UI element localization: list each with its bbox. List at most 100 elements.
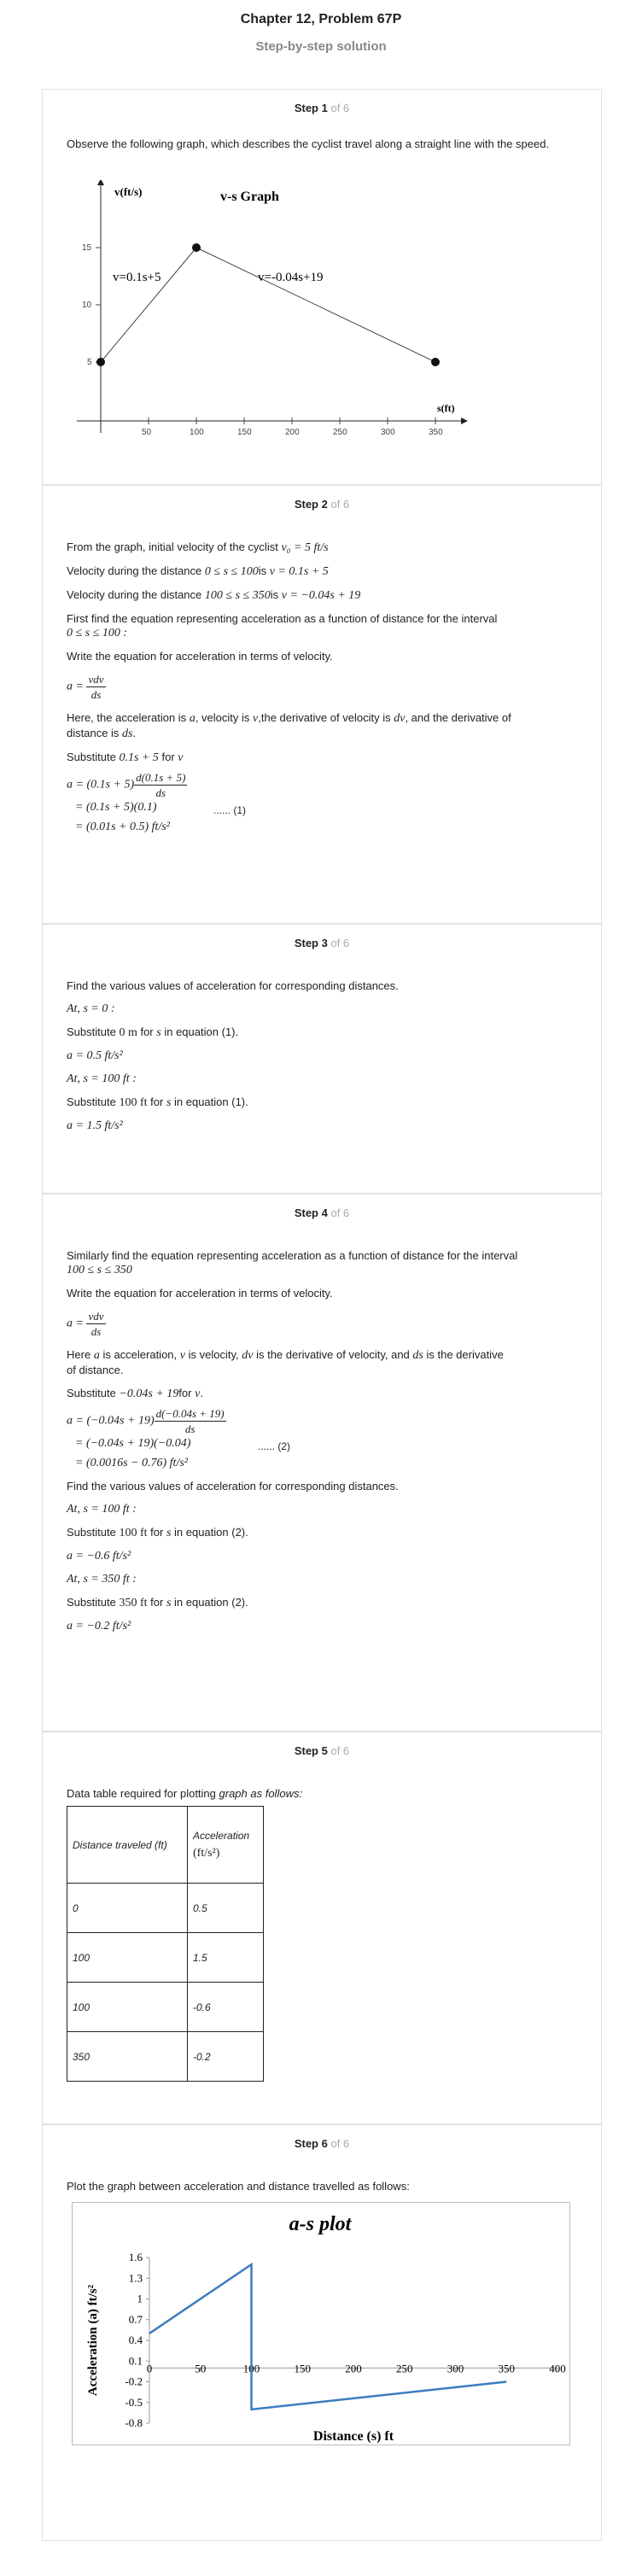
v-s-xtick: 50: [142, 428, 152, 436]
v-s-xlabel: s(ft): [437, 402, 455, 414]
step-2-line: Here, the acceleration is a, velocity is…: [67, 711, 511, 725]
step-2-line: From the graph, initial velocity of the …: [67, 540, 329, 554]
step-4-derivation: a = (−0.04s + 19) d(−0.04s + 19) ds = (−0.…: [67, 1407, 291, 1469]
a-s-chart-title: a-s plot: [289, 2213, 353, 2235]
step-2-line: First find the equation representing acc…: [67, 612, 498, 625]
a-s-xtick-label: 0: [147, 2362, 153, 2374]
step-4-line: Substitute 350 ft for s in equation (2).: [67, 1596, 248, 1609]
v-s-ylabel: v(ft/s): [114, 185, 143, 198]
a-s-xtick-label: 150: [295, 2362, 312, 2374]
v-s-graph: v(ft/s) v-s Graph s(ft) 5 10 15 50 100 150…: [77, 180, 468, 436]
step-3-line: At, s = 100 ft :: [67, 1072, 137, 1085]
step-2-card: Step 2 of 6 From the graph, initial velo…: [42, 485, 602, 924]
step-3-line: Find the various values of acceleration …: [67, 979, 399, 992]
step-4-line: Substitute 100 ft for s in equation (2).: [67, 1526, 248, 1539]
v-s-point: [431, 358, 440, 366]
v-s-point: [96, 358, 105, 366]
step-4-heading: Step 4 of 6: [294, 1206, 350, 1219]
step-6-card: Step 6 of 6 Plot the graph between accel…: [42, 2124, 602, 2541]
table-cell: 100: [67, 1932, 188, 1983]
a-s-ytick-label: 0.4: [129, 2334, 143, 2346]
v-s-xtick: 200: [285, 428, 300, 436]
v-s-title: v-s Graph: [220, 190, 279, 204]
step-4-line: a = −0.6 ft/s²: [67, 1550, 131, 1563]
step-3-line: Substitute 0 m for s in equation (1).: [67, 1025, 239, 1039]
step-4-card: Step 4 of 6 Similarly find the equation …: [42, 1194, 602, 1732]
step-5-heading: Step 5 of 6: [294, 1744, 350, 1757]
step-4-accel-eq: a = vdv ds: [67, 1310, 106, 1338]
a-s-xtick-label: 50: [195, 2362, 206, 2374]
a-s-ytick-label: 0.1: [129, 2354, 143, 2367]
step-2-line: Velocity during the distance 100 ≤ s ≤ 3…: [67, 588, 361, 602]
step-3-card: Step 3 of 6 Find the various values of a…: [42, 924, 602, 1194]
step-5-line: Data table required for plotting graph a…: [67, 1787, 303, 1800]
v-s-xtick: 350: [429, 428, 443, 436]
step-2-line: distance is ds.: [67, 727, 137, 740]
a-s-ytick-label: -0.8: [125, 2416, 143, 2429]
v-s-line1-label: v=0.1s+5: [113, 271, 161, 284]
step-5-card: Step 5 of 6 Data table required for plot…: [42, 1732, 602, 2124]
step-4-line: Similarly find the equation representing…: [67, 1249, 518, 1262]
a-s-ytick-label: 1: [137, 2293, 143, 2305]
a-s-ytick-label: -0.2: [125, 2375, 143, 2388]
step-4-line: Here a is acceleration, v is velocity, d…: [67, 1348, 504, 1362]
v-s-xtick: 300: [381, 428, 395, 436]
a-s-xtick-label: 250: [396, 2362, 413, 2374]
v-s-ytick: 5: [87, 358, 92, 367]
a-s-xtick-label: 300: [447, 2362, 464, 2374]
step-4-line: At, s = 350 ft :: [67, 1573, 137, 1586]
step-2-accel-eq: a = vdv ds: [67, 673, 106, 701]
step-2-line: Write the equation for acceleration in t…: [67, 650, 333, 663]
step-2-heading: Step 2 of 6: [294, 498, 350, 511]
table-cell: 1.5: [187, 1932, 264, 1983]
step-2-derivation: a = (0.1s + 5) d(0.1s + 5) ds = (0.1s + 5)…: [67, 771, 247, 833]
a-s-ytick-label: -0.5: [125, 2396, 143, 2409]
data-table: Distance traveled (ft) Acceleration (ft/s…: [67, 1806, 264, 2082]
step-3-line: a = 0.5 ft/s²: [67, 1049, 123, 1062]
step-4-line: Write the equation for acceleration in t…: [67, 1287, 333, 1300]
a-s-series-line: [149, 2262, 507, 2411]
v-s-xtick: 250: [333, 428, 347, 436]
step-3-line: a = 1.5 ft/s²: [67, 1119, 123, 1132]
step-2-line: 0 ≤ s ≤ 100 :: [67, 627, 127, 640]
v-s-point: [192, 243, 201, 252]
v-s-xtick: 100: [190, 428, 204, 436]
step-6-heading: Step 6 of 6: [294, 2137, 350, 2150]
table-header: Distance traveled (ft): [67, 1806, 188, 1884]
step-1-text: Observe the following graph, which descr…: [67, 137, 550, 150]
a-s-chart: a-s plot -0.8 -0.5 -0.2 0.1 0.4 0.7 1 1.3 1.6 0 50 1…: [86, 2213, 566, 2444]
a-s-ylabel: Acceleration (a) ft/s²: [86, 2284, 100, 2396]
a-s-xtick-label: 200: [345, 2362, 362, 2374]
step-1-heading: Step 1 of 6: [294, 102, 350, 114]
step-4-line: of distance.: [67, 1364, 124, 1376]
table-cell: -0.6: [187, 1982, 264, 2032]
a-s-ytick-label: 1.3: [129, 2271, 143, 2284]
step-1-card: Step 1 of 6 Observe the following graph,…: [42, 89, 602, 485]
page-subtitle: Step-by-step solution: [255, 39, 387, 54]
v-s-xtick: 150: [237, 428, 252, 436]
step-3-heading: Step 3 of 6: [294, 937, 350, 949]
table-cell: 0.5: [187, 1883, 264, 1933]
a-s-chart-frame: a-s plot -0.8 -0.5 -0.2 0.1 0.4 0.7 1 1.3 1.6 0 50 1…: [72, 2202, 570, 2445]
step-6-line: Plot the graph between acceleration and …: [67, 2180, 410, 2193]
table-cell: 350: [67, 2031, 188, 2082]
a-s-xtick-label: 400: [549, 2362, 566, 2374]
table-header: Acceleration (ft/s²): [187, 1806, 264, 1884]
page-title: Chapter 12, Problem 67P: [240, 12, 402, 26]
v-s-line2-label: v=-0.04s+19: [258, 271, 324, 284]
step-2-line: Substitute 0.1s + 5 for v: [67, 751, 184, 764]
step-4-line: a = −0.2 ft/s²: [67, 1620, 131, 1633]
step-4-line: At, s = 100 ft :: [67, 1503, 137, 1516]
a-s-ytick-label: 0.7: [129, 2313, 143, 2326]
a-s-ytick-label: 1.6: [129, 2251, 143, 2263]
step-2-line: Velocity during the distance 0 ≤ s ≤ 100…: [67, 564, 329, 578]
v-s-ytick: 15: [82, 243, 92, 253]
v-s-ytick: 10: [82, 301, 92, 310]
table-cell: 100: [67, 1982, 188, 2032]
step-3-line: At, s = 0 :: [67, 1002, 115, 1015]
a-s-xtick-label: 350: [499, 2362, 516, 2374]
step-3-line: Substitute 100 ft for s in equation (1).: [67, 1095, 248, 1109]
step-4-line: 100 ≤ s ≤ 350: [67, 1264, 132, 1276]
a-s-xlabel: Distance (s) ft: [313, 2429, 394, 2443]
step-4-line: Substitute −0.04s + 19for v.: [67, 1387, 203, 1400]
